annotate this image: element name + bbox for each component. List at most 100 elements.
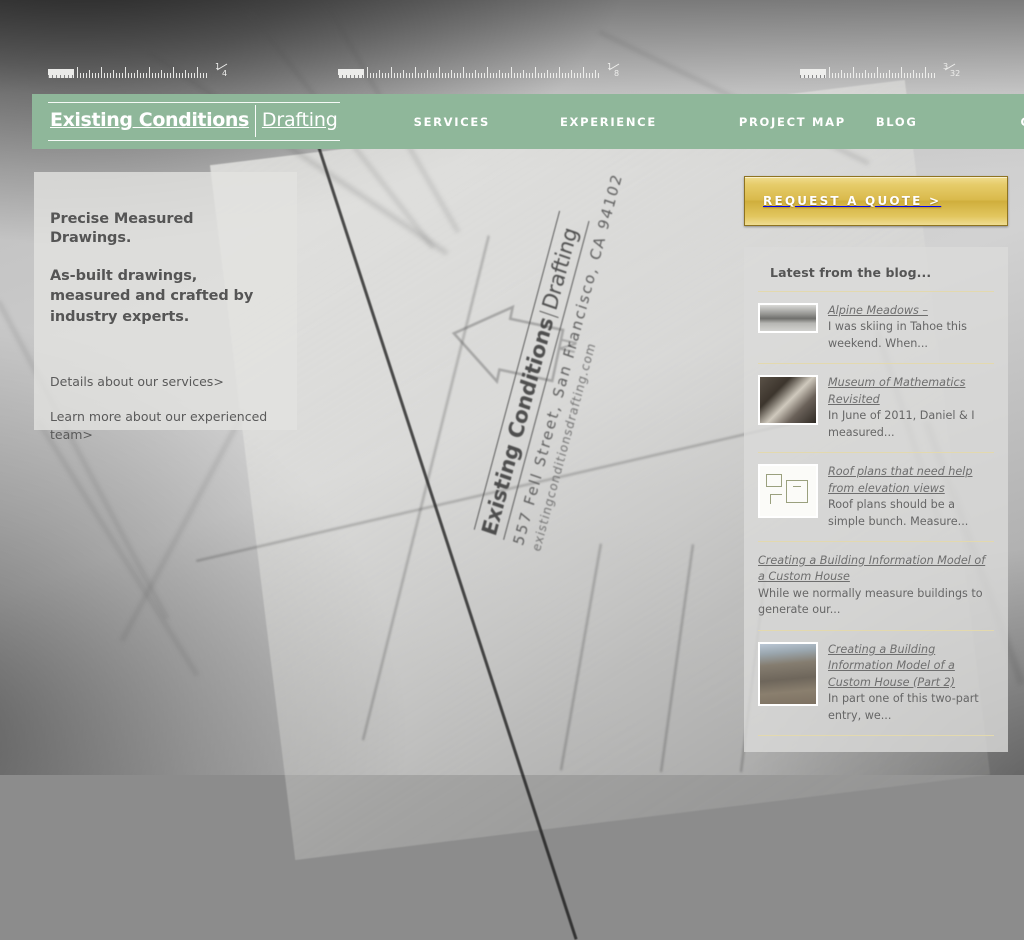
ruler-three-thirtyseconds-inch: 3 32 — [800, 56, 963, 78]
blog-item-title[interactable]: Creating a Building Information Model of… — [758, 553, 994, 586]
blog-item-title[interactable]: Alpine Meadows – — [828, 303, 994, 319]
ruler-tick — [200, 73, 201, 78]
blog-thumbnail — [758, 303, 818, 333]
logo-divider — [254, 105, 256, 137]
nav-item-client-ftp[interactable]: CLIENT FTP — [1021, 115, 1024, 129]
ruler-tick — [922, 73, 923, 78]
ruler-tick — [460, 73, 461, 78]
ruler-tick — [110, 73, 111, 78]
ruler-tick — [829, 67, 830, 78]
ruler-tick — [104, 73, 105, 78]
nav-item-experience[interactable]: EXPERIENCE — [560, 115, 657, 129]
ruler-tick — [559, 67, 560, 78]
blog-list-item[interactable]: Alpine Meadows – I was skiing in Tahoe t… — [758, 303, 994, 352]
ruler-tick — [185, 70, 186, 78]
ruler-tick — [137, 70, 138, 78]
ruler-tick — [577, 73, 578, 78]
blog-item-title[interactable]: Creating a Building Information Model of… — [828, 642, 994, 691]
ruler-tick — [367, 67, 368, 78]
ruler-ticks — [77, 62, 209, 78]
site-logo[interactable]: Existing Conditions Drafting — [48, 102, 340, 141]
blog-item-title[interactable]: Roof plans that need help from elevation… — [828, 464, 994, 497]
blog-list-item[interactable]: Roof plans that need help from elevation… — [758, 464, 994, 530]
ruler-tick — [880, 73, 881, 78]
ruler-tick — [188, 73, 189, 78]
ruler-tick — [143, 73, 144, 78]
ruler-tick — [892, 73, 893, 78]
ruler-tick — [859, 73, 860, 78]
svg-text:4: 4 — [222, 69, 227, 77]
blog-divider — [758, 291, 994, 292]
ruler-tick — [128, 73, 129, 78]
ruler-tick — [409, 73, 410, 78]
nav-item-project-map[interactable]: PROJECT MAP — [739, 115, 846, 129]
ruler-eighth-inch: 18 — [338, 56, 621, 78]
ruler-tick — [547, 70, 548, 78]
ruler-tick — [161, 70, 162, 78]
ruler-tick — [496, 73, 497, 78]
ruler-tick — [376, 73, 377, 78]
ruler-tick — [131, 73, 132, 78]
ruler-tick — [457, 73, 458, 78]
blog-thumbnail — [758, 375, 818, 426]
ruler-scale-label: 14 — [215, 61, 229, 80]
blog-list-item[interactable]: Creating a Building Information Model of… — [758, 641, 994, 724]
ruler-tick — [865, 70, 866, 78]
ruler-tick — [850, 73, 851, 78]
hero-subheading: As-built drawings, measured and crafted … — [50, 267, 254, 325]
ruler-tick — [403, 70, 404, 78]
request-a-quote-button[interactable]: REQUEST A QUOTE > — [744, 176, 1008, 226]
ruler-tick — [514, 73, 515, 78]
ruler-scale-label: 18 — [607, 61, 621, 80]
ruler-tick — [101, 67, 102, 78]
ruler-tick — [98, 73, 99, 78]
ruler-tick — [173, 67, 174, 78]
main-navigation-bar: Existing Conditions Drafting SERVICES EX… — [32, 94, 1024, 149]
ruler-tick — [874, 73, 875, 78]
ruler-tick — [928, 73, 929, 78]
ruler-tick — [535, 67, 536, 78]
ruler-tick — [77, 67, 78, 78]
ruler-tick — [430, 73, 431, 78]
ruler-tick — [439, 67, 440, 78]
ruler-ticks — [367, 62, 601, 78]
ruler-tick — [520, 73, 521, 78]
ruler-tick — [107, 73, 108, 78]
blog-list-item[interactable]: Museum of Mathematics Revisited In June … — [758, 375, 994, 441]
ruler-tick — [427, 70, 428, 78]
ruler-tick — [194, 73, 195, 78]
ruler-tick — [553, 73, 554, 78]
ruler-tick — [203, 73, 204, 78]
ruler-tick — [176, 73, 177, 78]
blog-item-excerpt: Roof plans should be a simple bunch. Mea… — [828, 498, 969, 528]
ruler-tick — [919, 73, 920, 78]
blog-item-excerpt: I was skiing in Tahoe this weekend. When… — [828, 320, 967, 350]
ruler-tick — [415, 67, 416, 78]
blog-list-item[interactable]: Creating a Building Information Model of… — [758, 553, 994, 619]
ruler-tick — [83, 73, 84, 78]
ruler-tick — [445, 73, 446, 78]
ruler-tick — [466, 73, 467, 78]
ruler-tick — [454, 73, 455, 78]
blog-thumbnail — [758, 464, 818, 519]
ruler-tick — [382, 73, 383, 78]
ruler-tick — [583, 67, 584, 78]
ruler-tick — [418, 73, 419, 78]
ruler-block — [48, 69, 74, 78]
hero-link-team[interactable]: Learn more about our experienced team> — [50, 408, 275, 444]
ruler-tick — [589, 73, 590, 78]
ruler-tick — [895, 73, 896, 78]
ruler-tick — [529, 73, 530, 78]
nav-item-blog[interactable]: BLOG — [876, 115, 918, 129]
nav-item-services[interactable]: SERVICES — [414, 115, 490, 129]
ruler-tick — [898, 73, 899, 78]
hero-link-services[interactable]: Details about our services> — [50, 373, 275, 391]
ruler-tick — [508, 73, 509, 78]
blog-item-title[interactable]: Museum of Mathematics Revisited — [828, 375, 994, 408]
ruler-band: 14 18 3 32 — [0, 0, 1024, 92]
ruler-tick — [406, 73, 407, 78]
ruler-tick — [412, 73, 413, 78]
ruler-tick — [155, 73, 156, 78]
ruler-tick — [95, 73, 96, 78]
ruler-tick — [421, 73, 422, 78]
